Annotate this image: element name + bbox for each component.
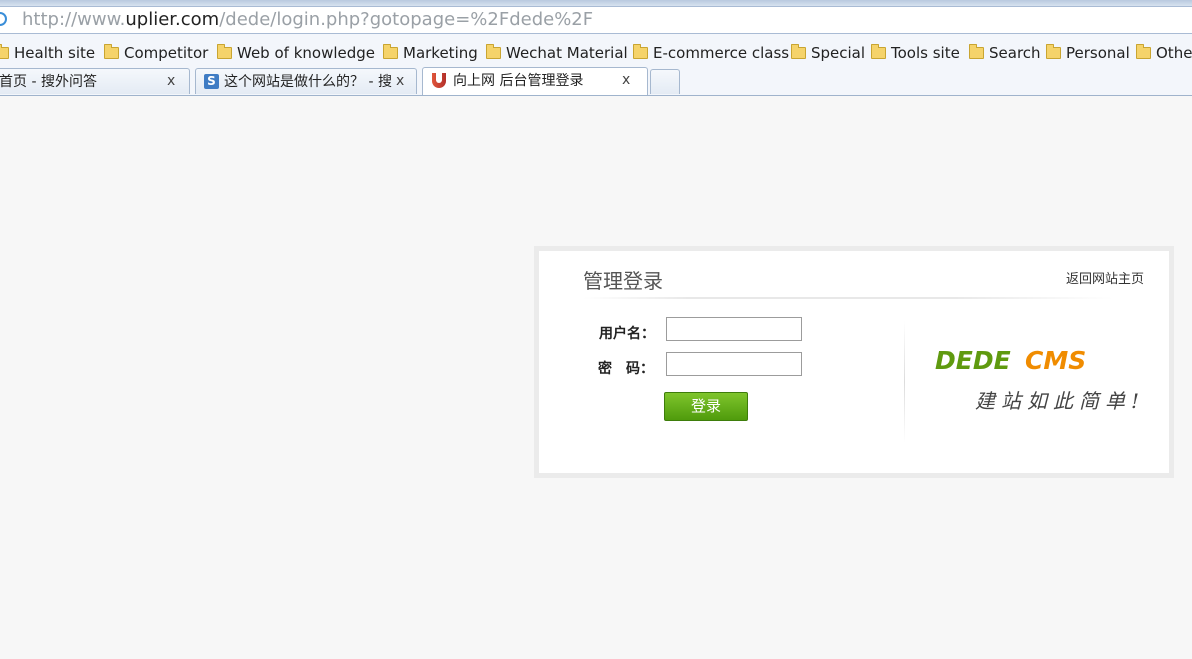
logo-part-cms: CMS [1025,346,1086,375]
logo-slogan: 建站如此简单! [975,389,1146,413]
bookmark-personal[interactable]: Personal [1046,40,1130,66]
login-panel-body: 管理登录 返回网站主页 用户名： 密 码： 登录 DEDE CMS 建站如此简单… [539,251,1169,473]
bookmark-label: Special [811,44,866,62]
bookmark-health-site[interactable]: Health site [0,40,95,66]
bookmark-label: Tools site [891,44,960,62]
logo-part-dede: DEDE [935,346,1011,375]
bookmark-web-of-knowledge[interactable]: Web of knowledge [217,40,375,66]
vertical-divider [904,321,905,443]
bookmark-label: Search [989,44,1041,62]
bookmark-special[interactable]: Special [791,40,865,66]
password-field[interactable] [666,352,802,376]
souwai-favicon-icon: S [204,74,219,89]
tab-title: 向上网 后台管理登录 [453,73,584,89]
bookmark-wechat-material[interactable]: Wechat Material [486,40,628,66]
bookmarks-bar: Health site Competitor Web of knowledge … [0,40,1192,66]
bookmark-competitor[interactable]: Competitor [104,40,208,66]
folder-icon [871,44,886,59]
folder-icon [217,44,232,59]
back-to-home-link[interactable]: 返回网站主页 [1066,268,1144,287]
bookmark-label: Personal [1066,44,1130,62]
folder-icon [104,44,119,59]
username-label: 用户名： [599,326,655,342]
password-label: 密 码： [598,361,654,377]
username-field[interactable] [666,317,802,341]
dedecms-logo: DEDE CMS [935,346,1086,375]
login-panel: 管理登录 返回网站主页 用户名： 密 码： 登录 DEDE CMS 建站如此简单… [534,246,1174,478]
tab-strip: 首页 - 搜外问答 x S 这个网站是做什么的？ - 搜 x 向上网 后台管理登… [0,67,1192,96]
bookmark-label: Wechat Material [506,44,628,62]
folder-icon [1136,44,1151,59]
uplier-favicon-icon [432,73,446,88]
address-bar[interactable]: http://www.uplier.com/dede/login.php?got… [0,6,1192,34]
folder-icon [633,44,648,59]
folder-icon [969,44,984,59]
bookmark-search[interactable]: Search [969,40,1041,66]
folder-icon [0,44,9,59]
bookmark-label: Web of knowledge [237,44,376,62]
bookmark-other[interactable]: Other [1136,40,1192,66]
bookmark-label: Marketing [403,44,478,62]
close-icon[interactable]: x [622,68,630,92]
bookmark-label: Competitor [124,44,209,62]
page-globe-icon [0,12,7,26]
browser-chrome: http://www.uplier.com/dede/login.php?got… [0,0,1192,96]
login-button[interactable]: 登录 [664,392,748,421]
bookmark-label: Other [1156,44,1192,62]
folder-icon [791,44,806,59]
title-divider [583,297,1113,299]
folder-icon [486,44,501,59]
login-title: 管理登录 [583,269,663,293]
new-tab-button[interactable] [650,69,680,94]
folder-icon [383,44,398,59]
bookmark-marketing[interactable]: Marketing [383,40,478,66]
bookmark-label: E-commerce class [653,44,790,62]
address-url[interactable]: http://www.uplier.com/dede/login.php?got… [22,9,593,31]
tab-title: 首页 - 搜外问答 [0,74,97,90]
url-prefix: http://www. [22,9,126,30]
url-path: /dede/login.php?gotopage=%2Fdede%2F [219,9,594,30]
bookmark-ecommerce-class[interactable]: E-commerce class [633,40,789,66]
url-domain: uplier.com [125,9,220,30]
tab-what-site[interactable]: S 这个网站是做什么的？ - 搜 x [195,68,417,94]
tab-title: 这个网站是做什么的？ - 搜 [224,74,392,90]
close-icon[interactable]: x [396,69,404,93]
folder-icon [1046,44,1061,59]
close-icon[interactable]: x [167,69,175,93]
tab-admin-login[interactable]: 向上网 后台管理登录 x [422,67,648,95]
tab-souwai-home[interactable]: 首页 - 搜外问答 x [0,68,190,94]
bookmark-label: Health site [14,44,96,62]
bookmark-tools-site[interactable]: Tools site [871,40,960,66]
